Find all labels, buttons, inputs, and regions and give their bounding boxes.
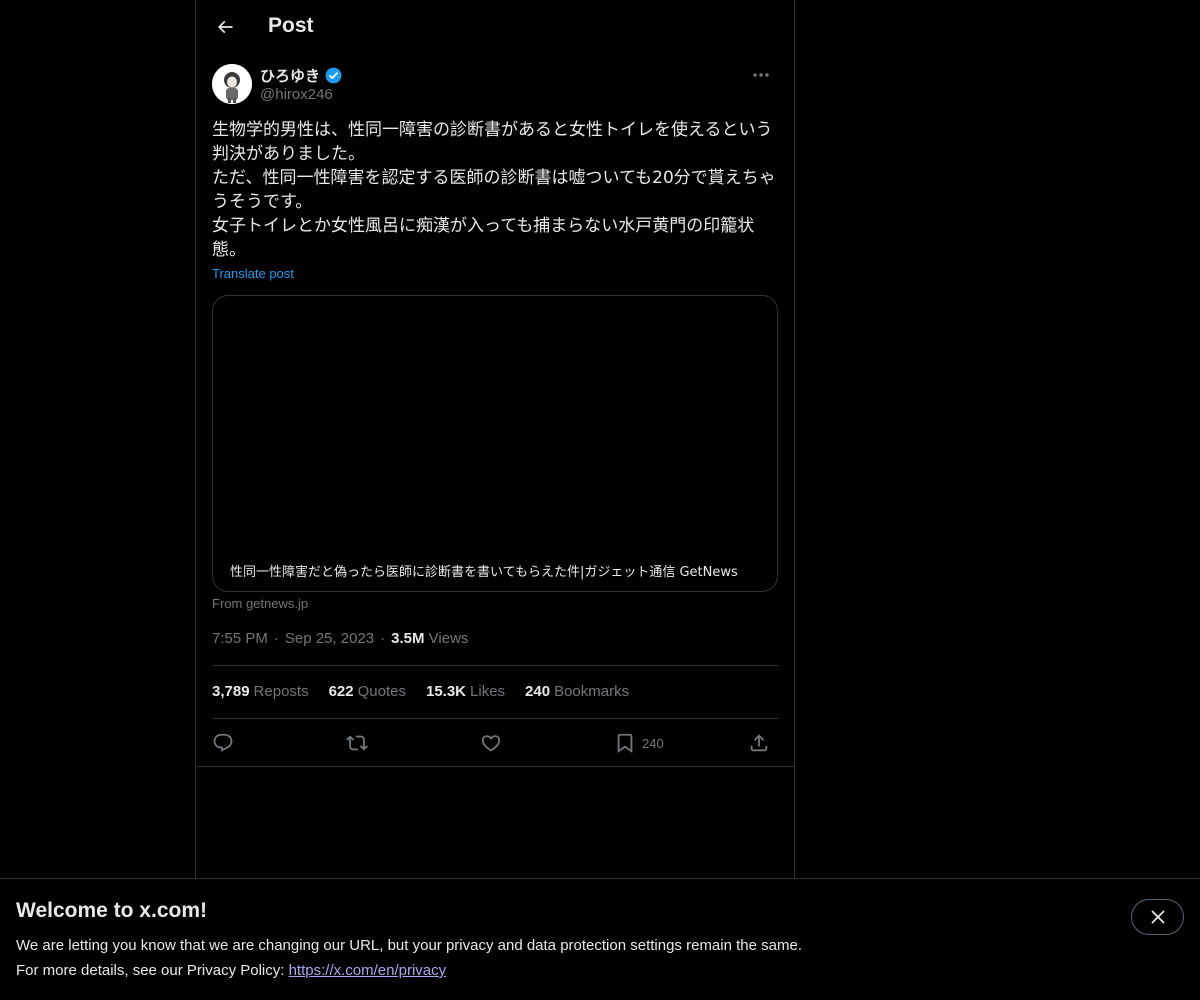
avatar[interactable] <box>212 64 252 104</box>
post-author: ひろゆき @hirox246 <box>212 64 778 108</box>
privacy-policy-link[interactable]: https://x.com/en/privacy <box>289 962 447 979</box>
bookmark-count: 240 <box>642 735 664 751</box>
divider <box>212 665 778 666</box>
post-text: 生物学的男性は、性同一障害の診断書があると女性トイレを使えるという 判決がありま… <box>212 120 776 260</box>
page-title: Post <box>268 14 314 37</box>
stat-likes[interactable]: 15.3K Likes <box>426 683 505 700</box>
repost-icon <box>346 735 368 751</box>
bookmark-icon <box>617 733 633 754</box>
heart-icon <box>481 735 501 752</box>
close-icon <box>1151 910 1164 924</box>
post-column: Post ひろゆき @hirox246 生物学的男性は、性同一障害の診断書がある… <box>195 0 795 878</box>
stat-count: 240 <box>525 683 551 700</box>
stat-label: Bookmarks <box>554 683 630 700</box>
reply-icon <box>213 733 233 752</box>
post-date[interactable]: Sep 25, 2023 <box>285 630 374 647</box>
user-handle[interactable]: @hirox246 <box>260 86 333 103</box>
stat-reposts[interactable]: 3,789 Reposts <box>212 683 309 700</box>
stat-quotes[interactable]: 622 Quotes <box>329 683 406 700</box>
card-title: 性同一性障害だと偽ったら医師に診断書を書いてもらえた件|ガジェット通信 GetN… <box>230 561 738 580</box>
views: 3.5M Views <box>391 630 468 647</box>
verified-badge-icon <box>325 67 342 84</box>
link-card[interactable]: 性同一性障害だと偽ったら医師に診断書を書いてもらえた件|ガジェット通信 GetN… <box>212 295 778 592</box>
bookmark-button[interactable]: 240 <box>614 730 664 756</box>
banner-privacy-text: For more details, see our Privacy Policy… <box>16 962 289 979</box>
like-button[interactable] <box>480 730 502 756</box>
stat-label: Likes <box>470 683 506 700</box>
card-source[interactable]: From getnews.jp <box>212 596 308 611</box>
post-meta: 7:55 PM · Sep 25, 2023 · 3.5M Views <box>212 630 468 647</box>
more-icon <box>753 73 769 77</box>
views-count: 3.5M <box>391 630 425 647</box>
banner-privacy-line: For more details, see our Privacy Policy… <box>16 962 446 979</box>
banner-title: Welcome to x.com! <box>16 899 207 922</box>
display-name[interactable]: ひろゆき <box>260 65 320 86</box>
stat-bookmarks[interactable]: 240 Bookmarks <box>525 683 629 700</box>
avatar-image <box>212 64 252 104</box>
share-button[interactable] <box>748 730 770 756</box>
stat-label: Quotes <box>357 683 406 700</box>
meta-separator: · <box>273 630 279 647</box>
top-bar: Post <box>196 0 794 53</box>
close-banner-button[interactable] <box>1131 899 1184 935</box>
stat-count: 622 <box>328 683 354 700</box>
engagement-stats: 3,789 Reposts 622 Quotes 15.3K Likes 240 Boo… <box>212 683 629 700</box>
stat-count: 3,789 <box>212 683 250 700</box>
back-button[interactable] <box>208 10 242 44</box>
post-time[interactable]: 7:55 PM <box>212 630 268 647</box>
repost-button[interactable] <box>346 730 368 756</box>
divider <box>212 718 778 719</box>
reply-button[interactable] <box>212 730 234 756</box>
arrow-left-icon <box>217 20 233 34</box>
divider <box>196 766 794 767</box>
name-line: ひろゆき <box>260 65 343 86</box>
welcome-banner: Welcome to x.com! We are letting you kno… <box>0 878 1200 1000</box>
banner-message: We are letting you know that we are chan… <box>16 937 802 954</box>
more-options-button[interactable] <box>744 64 778 86</box>
meta-separator: · <box>380 630 386 647</box>
stat-count: 15.3K <box>425 683 467 700</box>
views-label: Views <box>428 630 469 647</box>
stat-label: Reposts <box>253 683 309 700</box>
share-icon <box>750 734 768 752</box>
translate-post-link[interactable]: Translate post <box>212 266 294 281</box>
action-bar: 240 <box>212 728 778 758</box>
